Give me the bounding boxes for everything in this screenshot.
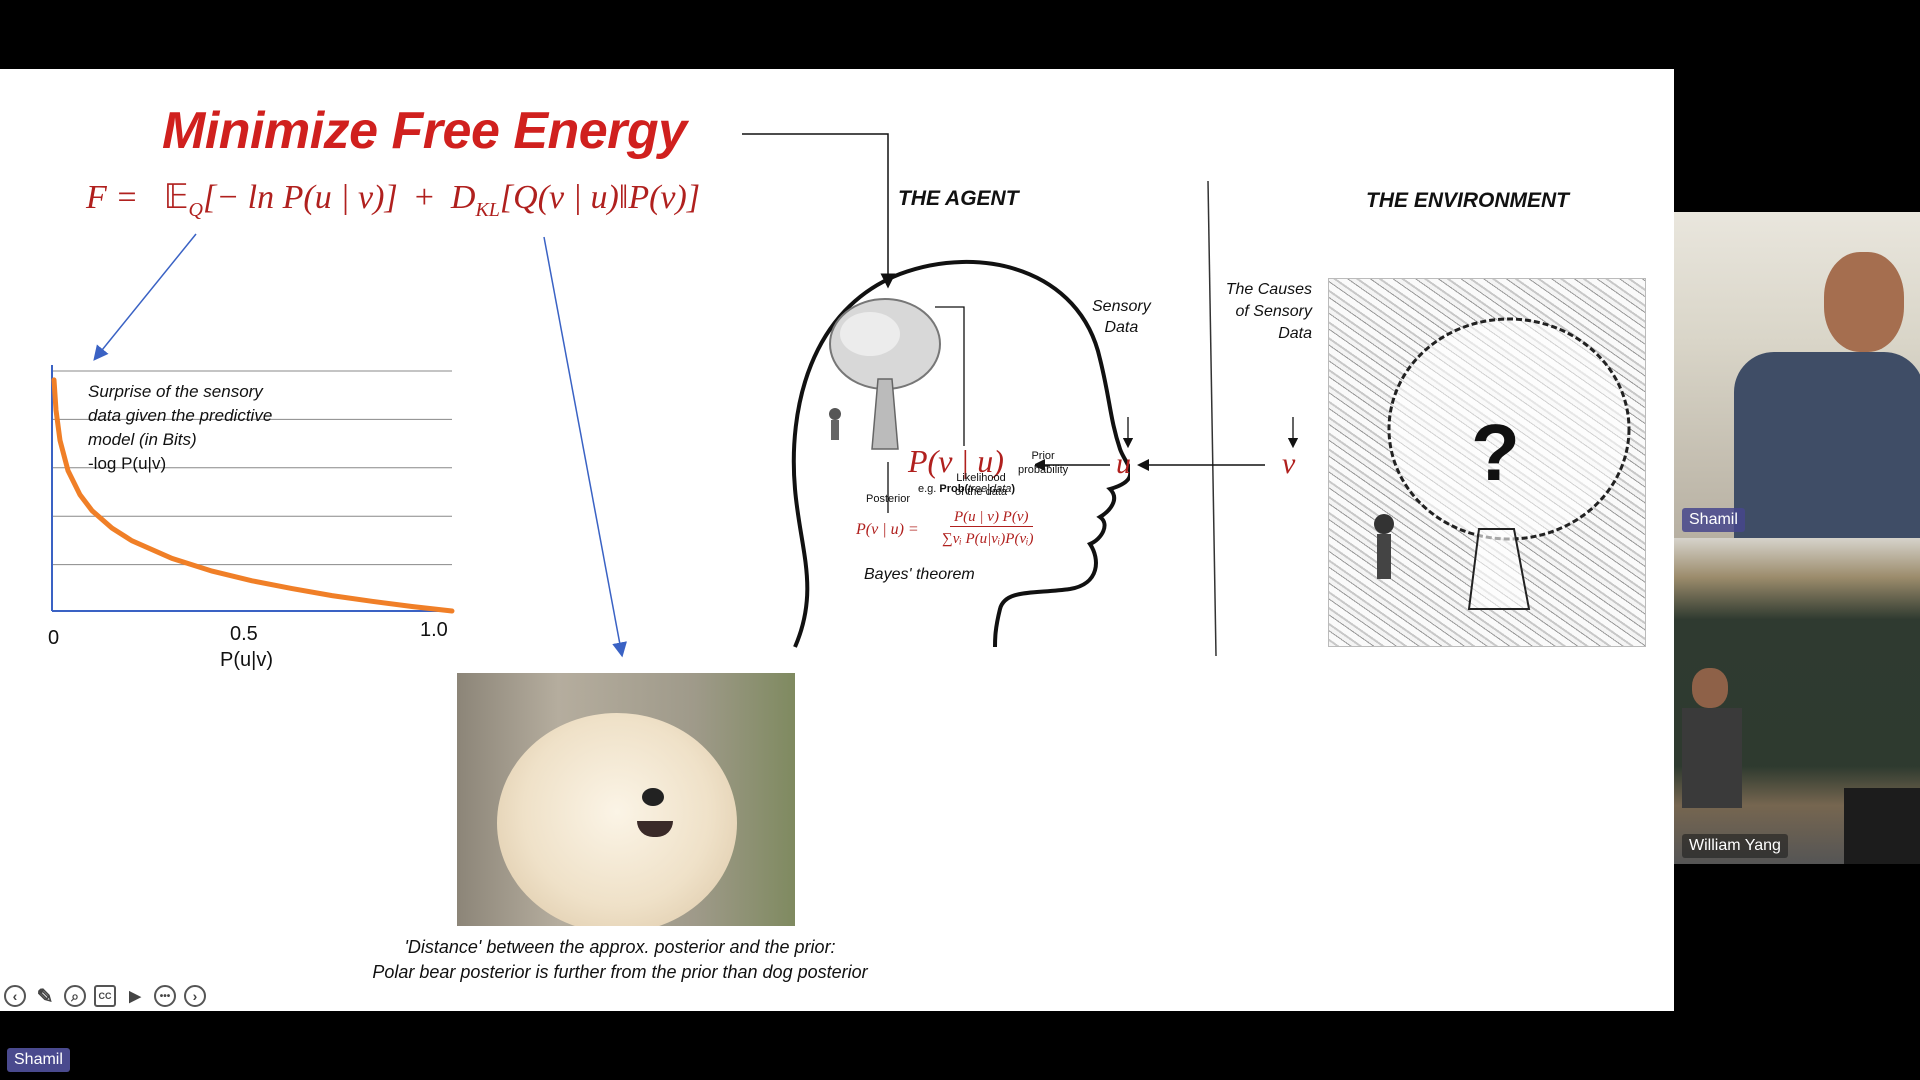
agent-header: THE AGENT [898,187,1019,210]
screen-share-label: Shamil [7,1048,70,1072]
arrow-to-dog [543,236,627,658]
participant-name-william-yang: William Yang [1682,834,1788,858]
chart-annotation-line-1: Surprise of the sensory [88,382,263,401]
tick-0-5: 0.5 [230,623,258,645]
arrow-to-graph [93,233,197,361]
chart-x-label: P(u|v) [220,649,273,671]
tree-to-posterior-line [935,306,965,446]
likelihood-line-2: of the data [955,486,1007,498]
chart-annotation: Surprise of the sensory data given the p… [88,380,272,476]
tree-drawing [829,298,941,450]
dog-nose [642,788,664,806]
prior-line-1: Prior [1031,450,1055,462]
example-close: ) [1011,483,1016,495]
captions-icon[interactable]: CC [94,985,116,1007]
sensory-data-label: Sensory Data [1092,296,1151,338]
prior-label: Prior probability [1018,449,1068,477]
participant-face [1692,668,1728,708]
environment-header: THE ENVIRONMENT [1366,189,1570,212]
causes-label: The Causes of Sensory Data [1222,279,1312,345]
slide-toolbar: ‹ ✎ ⌕ CC ▶ ••• › [4,985,206,1008]
video-off-icon[interactable]: ▶ [124,985,146,1007]
likelihood-line-1: Likelihood [956,472,1006,484]
dog-photo [457,673,795,926]
question-mark: ? [1471,408,1520,497]
example-prefix: e.g. [918,483,937,495]
dog-caption: 'Distance' between the approx. posterior… [290,935,950,985]
causes-line-3: Data [1278,325,1312,342]
causes-line-2: of Sensory [1235,303,1312,320]
sensory-data-line-1: Sensory [1092,298,1151,315]
participant-name-shamil: Shamil [1682,508,1745,532]
likelihood-label: Likelihood of the data [955,471,1007,499]
back-icon[interactable]: ‹ [4,985,26,1007]
chart-annotation-line-3: model (in Bits) [88,430,197,449]
forward-icon[interactable]: › [184,985,206,1007]
tick-0: 0 [48,627,60,649]
sensory-data-line-2: Data [1104,319,1139,336]
participant-tile-shamil[interactable]: Shamil [1674,212,1920,538]
pen-icon[interactable]: ✎ [34,985,56,1008]
bayes-numerator: P(u | v) P(v) [950,509,1033,527]
v-symbol: v [1282,447,1296,480]
zoom-icon[interactable]: ⌕ [64,985,86,1007]
chart-annotation-line-4: -log P(u|v) [88,454,167,473]
u-symbol: u [1116,447,1131,480]
dog-caption-line-2: Polar bear posterior is further from the… [372,962,868,982]
posterior-label: Posterior [866,493,911,505]
participant-tile-william-yang[interactable]: William Yang [1674,538,1920,864]
shared-slide: Minimize Free Energy F = 𝔼Q[− ln P(u | v… [0,69,1674,1011]
participant-body [1682,708,1742,808]
chart-annotation-line-2: data given the predictive [88,406,273,425]
tick-1-0: 1.0 [420,619,448,641]
bayes-denominator: ∑vᵢ P(u|vᵢ)P(vᵢ) [942,531,1034,547]
participant-body [1734,352,1920,538]
prior-line-2: probability [1018,464,1069,476]
dog-caption-line-1: 'Distance' between the approx. posterior… [404,937,836,957]
more-icon[interactable]: ••• [154,985,176,1007]
monitor [1844,788,1920,864]
bayes-lhs: P(v | u) = [856,521,919,538]
sensory-arrows [1035,417,1299,471]
dog-fur [497,713,737,926]
environment-image: ? [1328,278,1646,647]
causes-line-1: The Causes [1225,281,1312,298]
bayes-caption: Bayes' theorem [864,566,975,583]
participant-face [1824,252,1904,352]
